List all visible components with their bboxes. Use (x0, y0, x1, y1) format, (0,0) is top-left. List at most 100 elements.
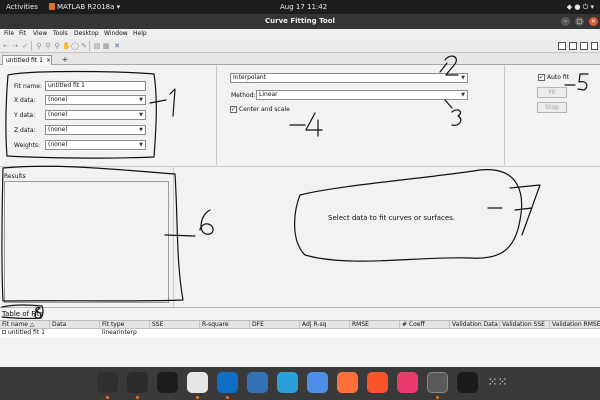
menu-fit[interactable]: Fit (19, 30, 26, 37)
column-header-coeff[interactable]: # Coeff (400, 321, 450, 329)
fit-type-select[interactable]: Interpolant ▼ (230, 73, 468, 83)
running-indicator (226, 396, 229, 399)
layout-2-icon[interactable] (569, 42, 577, 50)
layout-4-icon[interactable] (591, 42, 598, 50)
data-selection-panel: Fit name: untitled fit 1 X data: (none) ▼… (0, 65, 217, 165)
results-text-area[interactable] (4, 181, 169, 303)
menu-view[interactable]: View (33, 30, 47, 37)
tab-untitled-fit-1[interactable]: untitled fit 1 × (2, 55, 52, 65)
intellij-icon[interactable] (397, 372, 418, 393)
method-select[interactable]: Linear ▼ (256, 90, 468, 100)
x-data-select[interactable]: (none) ▼ (45, 95, 146, 105)
pycharm-icon[interactable] (157, 372, 178, 393)
center-scale-checkbox[interactable]: ✓ (230, 106, 237, 113)
column-header-sse[interactable]: SSE (150, 321, 200, 329)
column-header-r-square[interactable]: R-square (200, 321, 250, 329)
close-icon[interactable]: ✕ (589, 17, 598, 26)
running-indicator (436, 396, 439, 399)
chevron-down-icon: ▼ (461, 92, 465, 98)
toolbar: ⇠ ⇢ ✓ ⚲ ⚲ ⚲ ✋ ◯ ✎ ▤ ▦ ✕ (0, 39, 600, 53)
fit-type-value: Interpolant (233, 74, 267, 81)
menu-help[interactable]: Help (133, 30, 147, 37)
running-indicator (196, 396, 199, 399)
results-label: Results (4, 173, 26, 180)
fit-button[interactable]: Fit (537, 87, 567, 98)
firefox-icon[interactable] (337, 372, 358, 393)
stop-button[interactable]: Stop (537, 102, 567, 113)
system-status-icons[interactable]: ◆ ● ⏻ ▾ (567, 3, 594, 12)
x-data-value: (none) (48, 96, 68, 103)
fit-name-label: Fit name: (14, 83, 42, 90)
layout-1-icon[interactable] (558, 42, 566, 50)
menu-file[interactable]: File (4, 30, 14, 37)
duplicate-icon[interactable]: ⇢ (11, 42, 19, 50)
method-label: Method: (231, 92, 256, 99)
menu-desktop[interactable]: Desktop (74, 30, 99, 37)
app-grid-icon[interactable]: ⁙⁙ (487, 372, 508, 393)
table-of-fits-label: Table of Fits (2, 310, 44, 318)
column-header-data[interactable]: Data (50, 321, 100, 329)
brave-icon[interactable] (367, 372, 388, 393)
column-header-dfe[interactable]: DFE (250, 321, 300, 329)
pan-hand-icon[interactable]: ✋ (62, 42, 71, 50)
files-icon[interactable] (97, 372, 118, 393)
chevron-down-icon: ▼ (139, 142, 143, 148)
activities-button[interactable]: Activities (6, 3, 38, 11)
window-title: Curve Fitting Tool (265, 17, 335, 25)
tab-close-icon[interactable]: × (46, 56, 51, 65)
weights-select[interactable]: (none) ▼ (45, 140, 146, 150)
y-data-select[interactable]: (none) ▼ (45, 110, 146, 120)
chromium-icon[interactable] (307, 372, 328, 393)
maximize-icon[interactable]: □ (575, 17, 584, 26)
zoom-out-icon[interactable]: ⚲ (44, 42, 52, 50)
new-fit-icon[interactable]: ⇠ (2, 42, 10, 50)
z-data-label: Z data: (14, 127, 36, 134)
legend-icon[interactable]: ▤ (93, 42, 101, 50)
grid-icon[interactable]: ▦ (102, 42, 110, 50)
running-indicator (136, 396, 139, 399)
fit-name-field[interactable]: untitled fit 1 (45, 81, 146, 91)
add-tab-icon[interactable]: + (61, 55, 69, 64)
center-scale-label: Center and scale (239, 106, 290, 113)
main-content: Fit name: untitled fit 1 X data: (none) ▼… (0, 65, 600, 367)
vscode-icon[interactable] (217, 372, 238, 393)
chevron-down-icon: ▼ (139, 112, 143, 118)
plot-area[interactable]: Select data to fit curves or surfaces. (173, 166, 600, 307)
column-header-validation-data[interactable]: Validation Data (450, 321, 500, 329)
column-header-adj-r-sq[interactable]: Adj R-sq (300, 321, 350, 329)
column-header-validation-rmse[interactable]: Validation RMSE (550, 321, 600, 329)
z-data-select[interactable]: (none) ▼ (45, 125, 146, 135)
tab-label: untitled fit 1 (6, 57, 43, 64)
menu-window[interactable]: Window (104, 30, 128, 37)
zoom-region-icon[interactable]: ⚲ (53, 42, 61, 50)
auto-fit-label: Auto fit (547, 74, 569, 81)
system-top-bar: Activities MATLAB R2018a ▾ Aug 17 11:42 … (0, 0, 600, 14)
telegram-icon[interactable] (277, 372, 298, 393)
clock[interactable]: Aug 17 11:42 (280, 3, 327, 11)
matlab-active-icon[interactable] (427, 372, 448, 393)
column-header-fit-type[interactable]: Fit type (100, 321, 150, 329)
menu-tools[interactable]: Tools (53, 30, 68, 37)
pan-icon[interactable]: ✓ (21, 42, 29, 50)
weights-value: (none) (48, 141, 68, 148)
matlab-dock-icon[interactable] (247, 372, 268, 393)
table-row[interactable]: untitled fit 1 linearinterp (0, 329, 600, 338)
column-header-rmse[interactable]: RMSE (350, 321, 400, 329)
minimize-icon[interactable]: – (561, 17, 570, 26)
column-header-validation-sse[interactable]: Validation SSE (500, 321, 550, 329)
chevron-down-icon: ▼ (139, 127, 143, 133)
toolbar-separator (31, 41, 32, 51)
auto-fit-checkbox[interactable]: ✓ (538, 74, 545, 81)
app-menu[interactable]: MATLAB R2018a ▾ (57, 3, 120, 11)
chrome-icon[interactable] (187, 372, 208, 393)
data-cursor-icon[interactable]: ◯ (71, 42, 79, 50)
terminal-icon[interactable] (127, 372, 148, 393)
column-header-fit-name[interactable]: Fit name △ (0, 321, 50, 329)
exclude-icon[interactable]: ✎ (80, 42, 88, 50)
toolbar-separator (89, 41, 90, 51)
y-data-value: (none) (48, 111, 68, 118)
layout-3-icon[interactable] (580, 42, 588, 50)
zoom-in-icon[interactable]: ⚲ (35, 42, 43, 50)
inkscape-icon[interactable] (457, 372, 478, 393)
axes-icon[interactable]: ✕ (113, 42, 121, 50)
